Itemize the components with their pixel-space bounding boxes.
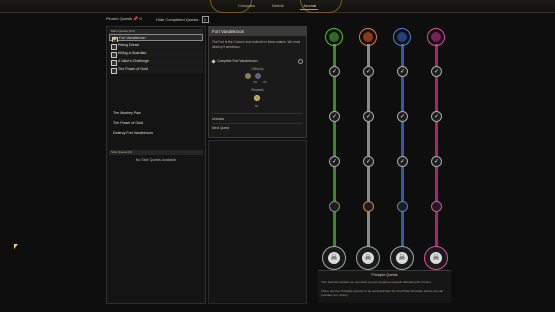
quest-item-fort-vandekroon[interactable]: Fort Vandekroon [109, 34, 203, 43]
detail-lower-panel [208, 140, 307, 304]
checkbox-icon [111, 59, 117, 66]
tab-compass[interactable]: Compass [238, 3, 255, 8]
locked-node-icon[interactable] [363, 201, 374, 212]
completed-node-icon[interactable]: ✓ [397, 66, 408, 77]
orange-emblem-icon[interactable] [359, 28, 377, 46]
completed-node-icon[interactable]: ✓ [397, 156, 408, 167]
difficulty-icon [255, 73, 261, 79]
completed-node-icon[interactable]: ✓ [431, 156, 442, 167]
hide-completed-toggle[interactable]: X [201, 16, 209, 23]
checkbox-icon [111, 51, 117, 58]
difficulty-label: Difficulty [251, 67, 264, 71]
checkbox-icon [111, 67, 117, 74]
principle-track-blue: ✓ ✓ ✓ ☠ [390, 24, 414, 284]
principle-skull-icon[interactable]: ☠ [322, 246, 346, 270]
divider [212, 123, 302, 124]
principle-quests-desc-2: There are five Principle Quests to be ac… [321, 289, 444, 298]
track-line [435, 44, 438, 264]
completed-node-icon[interactable]: ✓ [431, 111, 442, 122]
main-quest-list: Fort Vandekroon Rising Dread Killing a G… [109, 34, 203, 74]
quest-item-killing-guardian[interactable]: Killing a Guardian [109, 50, 203, 58]
completed-node-icon[interactable]: ✓ [329, 156, 340, 167]
completed-node-icon[interactable]: ✓ [329, 111, 340, 122]
pinned-quests-text: Pinned Quests [106, 16, 133, 21]
quest-detail-title: Fort Vandekroon [209, 27, 306, 36]
tab-journal[interactable]: Journal [303, 3, 316, 8]
track-line [333, 44, 336, 264]
locked-node-icon[interactable] [329, 201, 340, 212]
checkbox-icon [111, 43, 117, 50]
quest-objective: Complete Fort Vandekroon [211, 57, 303, 65]
side-quests-header[interactable]: Side Quests (0) [109, 150, 203, 155]
gold-coin-icon [254, 95, 260, 101]
completed-node-icon[interactable]: ✓ [363, 156, 374, 167]
pin-icon: 📌 [133, 16, 139, 21]
principle-quest-tracks: ✓ ✓ ✓ ☠ ✓ ✓ ✓ ☠ ✓ ✓ ✓ ☠ ✓ ✓ ✓ ☠ [318, 24, 451, 304]
objective-status-icon [298, 59, 303, 64]
unlocks-label: Unlocks [212, 117, 225, 121]
track-line [367, 44, 370, 264]
principle-track-pink: ✓ ✓ ✓ ☠ [424, 24, 448, 284]
list-item[interactable]: The Monkey Paw [113, 111, 153, 121]
objective-bullet-icon [211, 58, 216, 64]
blue-emblem-icon[interactable] [393, 28, 411, 46]
hide-completed-control[interactable]: Hide Completed Quests X [156, 16, 209, 23]
principle-skull-icon[interactable]: ☠ [356, 246, 380, 270]
difficulty-value: 7D [263, 80, 267, 84]
quest-sublist: The Monkey Paw The Power of Gold Destroy… [113, 111, 153, 141]
principle-skull-icon[interactable]: ☠ [424, 246, 448, 270]
tab-deeds[interactable]: Deeds [272, 3, 284, 8]
principle-quests-info: Principle Quests The Journal contains an… [318, 270, 451, 303]
quest-list-panel: Main Quests (3/4) Fort Vandekroon Rising… [106, 26, 206, 304]
quest-item-valors-challenge[interactable]: A Valor's Challenge [109, 58, 203, 66]
rewards-label: Rewards [251, 88, 264, 92]
pinned-count: 0 [139, 16, 142, 21]
no-side-quests-text: No Side Quests Available [135, 158, 177, 162]
quest-item-rising-dread[interactable]: Rising Dread [109, 42, 203, 50]
locked-node-icon[interactable] [431, 201, 442, 212]
mouse-cursor-icon [14, 244, 18, 249]
quest-description: The Fort is the Crown's true foothold in… [212, 40, 301, 49]
list-item[interactable]: Destroy Fort Vandekroon [113, 131, 153, 141]
unlocks-value: Next Quest [212, 126, 229, 130]
list-item[interactable]: The Power of Gold [113, 121, 153, 131]
principle-track-orange: ✓ ✓ ✓ ☠ [356, 24, 380, 284]
top-navigation-bar: Compass Deeds Journal [0, 0, 555, 13]
active-tab-underline [300, 9, 318, 10]
track-line [401, 44, 404, 264]
difficulty-icon [245, 73, 251, 79]
principle-quests-desc-1: The Journal contains an overview of your… [321, 280, 432, 284]
green-emblem-icon[interactable] [325, 28, 343, 46]
principle-quests-title: Principle Quests [371, 273, 398, 277]
principle-track-green: ✓ ✓ ✓ ☠ [322, 24, 346, 284]
hide-completed-label: Hide Completed Quests [156, 17, 199, 22]
pinned-quests-label: Pinned Quests 📌 0 [106, 16, 142, 21]
quest-detail-panel: Fort Vandekroon The Fort is the Crown's … [208, 26, 307, 138]
reward-value: 50 [255, 104, 259, 108]
completed-node-icon[interactable]: ✓ [363, 66, 374, 77]
completed-node-icon[interactable]: ✓ [363, 111, 374, 122]
completed-node-icon[interactable]: ✓ [329, 66, 340, 77]
completed-node-icon[interactable]: ✓ [397, 111, 408, 122]
pink-emblem-icon[interactable] [427, 28, 445, 46]
divider [212, 113, 302, 114]
locked-node-icon[interactable] [397, 201, 408, 212]
principle-skull-icon[interactable]: ☠ [390, 246, 414, 270]
quest-item-power-of-gold[interactable]: The Power of Gold [109, 66, 203, 74]
difficulty-value: 7W [253, 80, 258, 84]
completed-node-icon[interactable]: ✓ [431, 66, 442, 77]
